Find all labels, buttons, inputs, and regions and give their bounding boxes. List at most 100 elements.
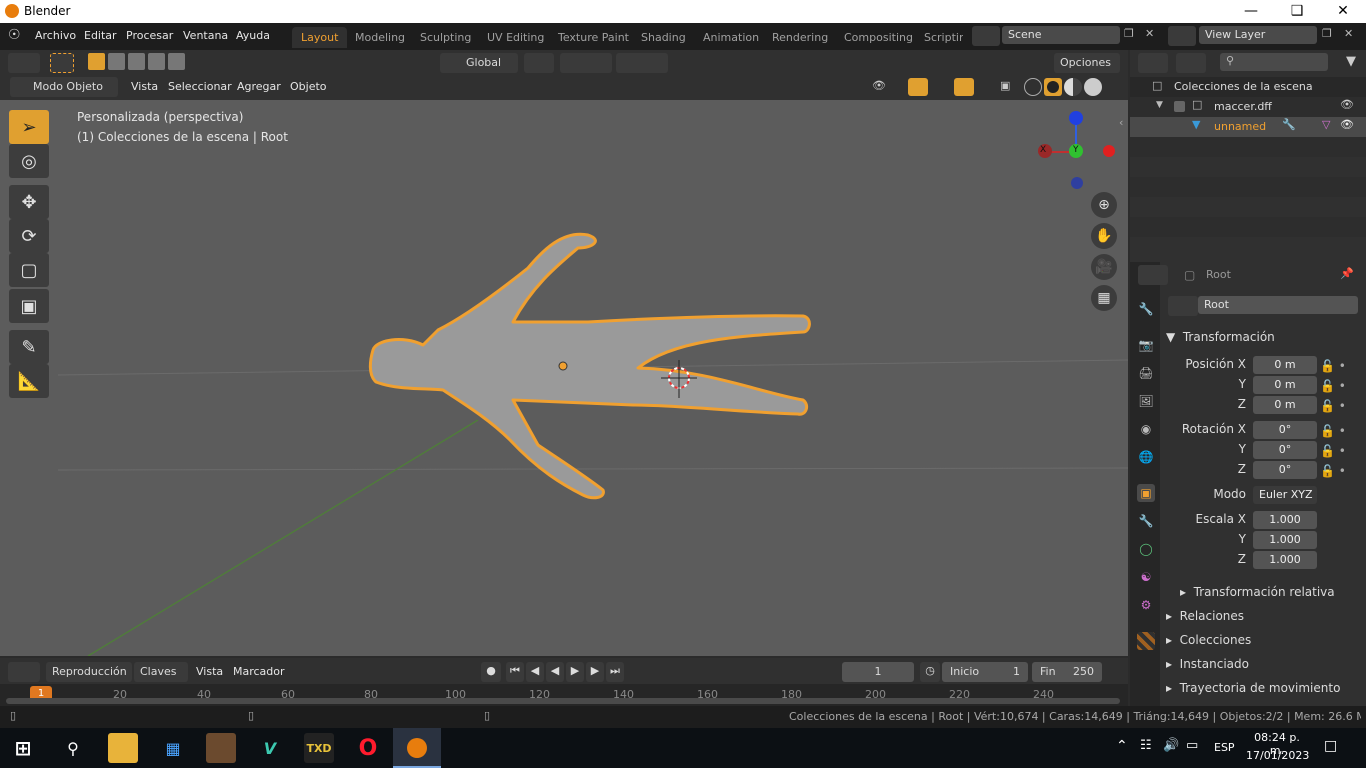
lock-icon[interactable]: 🔓 •	[1320, 356, 1360, 376]
annotate-tool-icon[interactable]: ✎	[9, 330, 49, 364]
transform-orientation-dropdown[interactable]: Global	[440, 53, 518, 73]
xray-icon[interactable]: ▣	[1000, 79, 1010, 92]
opera-icon[interactable]: O	[353, 733, 383, 763]
relations-panel-header[interactable]: ▸ Relaciones	[1166, 609, 1244, 623]
options-dropdown[interactable]: Opciones	[1054, 53, 1120, 73]
menu-editar[interactable]: Editar	[84, 29, 117, 42]
timeline-menu-vista[interactable]: Vista	[196, 665, 223, 678]
checkbox-icon[interactable]	[1174, 101, 1185, 112]
view-layer-browse-button[interactable]	[1168, 26, 1196, 46]
view-layer-remove-icon[interactable]: ✕	[1344, 27, 1353, 40]
scene-new-icon[interactable]: ❐	[1124, 27, 1134, 40]
view-layer-field[interactable]: View Layer	[1199, 26, 1317, 44]
physics-tab-icon[interactable]: ◯	[1137, 540, 1155, 558]
rotation-z-field[interactable]: 0°	[1253, 461, 1317, 479]
collections-panel-header[interactable]: ▸ Colecciones	[1166, 633, 1251, 647]
close-button[interactable]: ✕	[1320, 0, 1366, 23]
scale-x-field[interactable]: 1.000	[1253, 511, 1317, 529]
play-icon[interactable]: ▶	[566, 662, 584, 682]
modifier-tab-icon[interactable]: 🔧	[1137, 512, 1155, 530]
current-frame-field[interactable]: 1	[842, 662, 914, 682]
battery-icon[interactable]: ▭	[1186, 738, 1198, 753]
transform-panel-header[interactable]: ▼ Transformación	[1166, 330, 1275, 344]
expand-arrow-icon[interactable]: ▼	[1156, 100, 1163, 110]
world-tab-icon[interactable]: 🌐	[1137, 448, 1155, 466]
file-explorer-icon[interactable]	[108, 733, 138, 763]
overlay-toggle-icon[interactable]	[954, 78, 974, 96]
record-icon[interactable]: ●	[481, 662, 501, 682]
timeline-scrollbar[interactable]	[6, 698, 1120, 704]
view-layer-new-icon[interactable]: ❐	[1322, 27, 1332, 40]
scale-z-field[interactable]: 1.000	[1253, 551, 1317, 569]
lock-icon[interactable]: 🔓 •	[1320, 376, 1360, 396]
output-tab-icon[interactable]: 🖨	[1137, 364, 1155, 382]
news-icon[interactable]: ▦	[158, 733, 188, 763]
sidebar-toggle-icon[interactable]: ‹	[1119, 116, 1123, 129]
maximize-button[interactable]: ❑	[1274, 0, 1320, 23]
location-x-field[interactable]: 0 m	[1253, 356, 1317, 374]
scene-browse-button[interactable]	[972, 26, 1000, 46]
eye-icon[interactable]: 👁	[1340, 98, 1354, 111]
transform-tool-icon[interactable]: ▣	[9, 289, 49, 323]
properties-editor-type-button[interactable]	[1138, 265, 1168, 285]
object-data-browse-button[interactable]	[1168, 296, 1198, 316]
location-y-field[interactable]: 0 m	[1253, 376, 1317, 394]
jump-start-icon[interactable]: ⏮	[506, 662, 524, 682]
start-frame-field[interactable]: Inicio 1	[942, 662, 1028, 682]
3d-viewport[interactable]	[57, 100, 1129, 657]
pin-icon[interactable]: 📌	[1340, 267, 1354, 280]
material-shading-icon[interactable]	[1064, 78, 1082, 96]
timeline-editor-type-button[interactable]	[8, 662, 40, 682]
blender-taskbar-button[interactable]	[393, 728, 441, 768]
menu-objeto[interactable]: Objeto	[290, 80, 327, 93]
scene-name-field[interactable]: Scene	[1002, 26, 1120, 44]
mode-extend-icon[interactable]	[108, 53, 125, 70]
show-hidden-icons[interactable]: ⌃	[1116, 738, 1128, 754]
wireframe-shading-icon[interactable]	[1024, 78, 1042, 96]
rotation-x-field[interactable]: 0°	[1253, 421, 1317, 439]
display-mode-button[interactable]	[1176, 53, 1206, 73]
rotation-mode-dropdown[interactable]: Euler XYZ	[1253, 486, 1317, 504]
menu-ayuda[interactable]: Ayuda	[236, 29, 270, 42]
next-keyframe-icon[interactable]: ▶	[586, 662, 604, 682]
tab-sculpting[interactable]: Sculpting	[411, 27, 480, 48]
blender-menu-icon[interactable]: ☉	[8, 27, 26, 45]
mode-subtract-icon[interactable]	[128, 53, 145, 70]
filter-icon[interactable]: ▼	[1346, 54, 1356, 69]
select-tool-icon[interactable]: ➢	[9, 110, 49, 144]
menu-archivo[interactable]: Archivo	[35, 29, 76, 42]
character-mesh[interactable]	[368, 232, 811, 500]
eye-icon[interactable]: 👁	[1340, 118, 1354, 131]
menu-ventana[interactable]: Ventana	[183, 29, 228, 42]
object-tab-icon[interactable]: ▣	[1137, 484, 1155, 502]
scale-y-field[interactable]: 1.000	[1253, 531, 1317, 549]
prev-keyframe-icon[interactable]: ◀	[526, 662, 544, 682]
texture-tab-icon[interactable]	[1137, 632, 1155, 650]
timeline-menu-marcador[interactable]: Marcador	[233, 665, 285, 678]
tab-uv-editing[interactable]: UV Editing	[478, 27, 553, 48]
v-app-icon[interactable]: V	[255, 733, 285, 763]
mode-invert-icon[interactable]	[148, 53, 165, 70]
tool-tab-icon[interactable]: 🔧	[1137, 300, 1155, 318]
constraints-tab-icon[interactable]: ☯	[1137, 568, 1155, 586]
txd-workshop-icon[interactable]: TXD	[304, 733, 334, 763]
tab-layout[interactable]: Layout	[292, 27, 348, 48]
playback-dropdown[interactable]: Reproducción	[46, 662, 132, 682]
instancing-panel-header[interactable]: ▸ Instanciado	[1166, 657, 1249, 671]
language-indicator[interactable]: ESP	[1214, 741, 1235, 754]
visibility-icon[interactable]: 👁	[872, 79, 886, 92]
tab-texture-paint[interactable]: Texture Paint	[549, 27, 638, 48]
render-tab-icon[interactable]: 📷	[1137, 336, 1155, 354]
cursor-tool-icon[interactable]: ◎	[9, 144, 49, 178]
outliner-row-maccer[interactable]: ▼ □ maccer.dff 👁	[1130, 97, 1366, 117]
view-layer-tab-icon[interactable]: 🖼	[1137, 392, 1155, 410]
scene-remove-icon[interactable]: ✕	[1145, 27, 1154, 40]
lock-icon[interactable]: 🔓 •	[1320, 441, 1360, 461]
pivot-point-button[interactable]	[524, 53, 554, 73]
rendered-shading-icon[interactable]	[1084, 78, 1102, 96]
location-z-field[interactable]: 0 m	[1253, 396, 1317, 414]
menu-vista[interactable]: Vista	[131, 80, 158, 93]
editor-type-button[interactable]	[8, 53, 40, 73]
mode-set-icon[interactable]	[88, 53, 105, 70]
volume-icon[interactable]: 🔊	[1163, 738, 1179, 753]
